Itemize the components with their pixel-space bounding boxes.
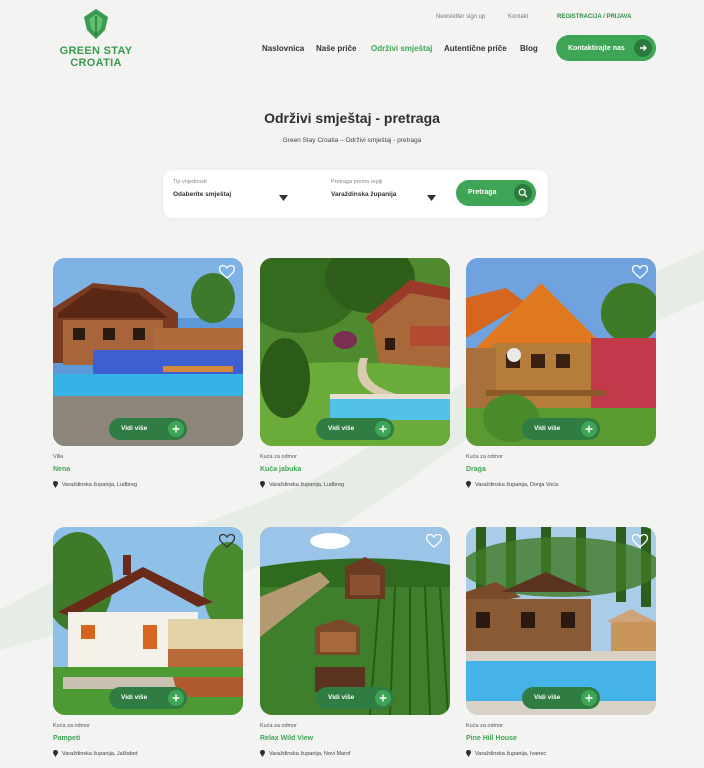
plus-icon xyxy=(379,425,387,433)
type-select-value: Odaberite smještaj xyxy=(173,191,232,198)
brand-line-2: CROATIA xyxy=(70,57,122,69)
search-panel: Tip vrijednosti Odaberite smještaj Pretr… xyxy=(163,170,548,218)
view-more-button[interactable]: Vidi više xyxy=(316,687,394,709)
breadcrumb: Green Stay Croatia – Održivi smještaj - … xyxy=(282,137,422,144)
card-name[interactable]: Draga xyxy=(466,466,656,473)
location-pin-icon xyxy=(260,750,265,757)
view-more-button[interactable]: Vidi više xyxy=(522,687,600,709)
card-location: Varaždinska županija, Donja Voća xyxy=(466,481,656,488)
plus-icon xyxy=(172,694,180,702)
topbar-register-link[interactable]: REGISTRACIJA / PRIJAVA xyxy=(557,14,632,20)
location-pin-icon xyxy=(53,750,58,757)
view-more-button[interactable]: Vidi više xyxy=(316,418,394,440)
card-photo[interactable]: Vidi više xyxy=(466,258,656,446)
card-location-text: Varaždinska županija, Ludbreg xyxy=(62,481,138,488)
type-select-label: Tip vrijednosti xyxy=(173,179,207,185)
card-location-text: Varaždinska županija, Donja Voća xyxy=(475,481,559,488)
card-location: Varaždinska županija, Ludbreg xyxy=(260,481,450,488)
plus-icon xyxy=(172,425,180,433)
view-more-button[interactable]: Vidi više xyxy=(109,687,187,709)
card-photo[interactable]: Vidi više xyxy=(53,527,243,715)
region-select[interactable]: Pretraga prema regiji Varaždinska župani… xyxy=(331,179,441,201)
region-select-label: Pretraga prema regiji xyxy=(331,179,383,185)
nav-item-authentic-stories[interactable]: Autentične priče xyxy=(444,44,507,53)
search-button[interactable]: Pretraga xyxy=(456,180,536,206)
view-more-label: Vidi više xyxy=(328,425,355,432)
plus-icon xyxy=(585,694,593,702)
card-name[interactable]: Pampeti xyxy=(53,735,243,742)
search-icon xyxy=(518,188,528,198)
accommodation-card[interactable]: Vidi više Kuća za odmor Draga Varaždinsk… xyxy=(466,258,656,488)
heart-icon[interactable] xyxy=(426,534,442,548)
view-more-button[interactable]: Vidi više xyxy=(522,418,600,440)
nav-item-stories[interactable]: Naše priče xyxy=(316,44,356,53)
view-more-button[interactable]: Vidi više xyxy=(109,418,187,440)
chevron-down-icon xyxy=(427,195,436,201)
view-more-label: Vidi više xyxy=(534,694,561,701)
card-location-text: Varaždinska županija, Jalžabet xyxy=(62,750,138,757)
accommodation-card[interactable]: Vidi više Kuća za odmor Pine Hill House … xyxy=(466,527,656,757)
type-select[interactable]: Tip vrijednosti Odaberite smještaj xyxy=(173,179,293,201)
location-pin-icon xyxy=(260,481,265,488)
card-location: Varaždinska županija, Ivanec xyxy=(466,750,656,757)
card-photo[interactable]: Vidi više xyxy=(260,258,450,446)
nav-item-blog[interactable]: Blog xyxy=(520,44,538,53)
search-button-label: Pretraga xyxy=(468,189,497,196)
card-location: Varaždinska županija, Ludbreg xyxy=(53,481,243,488)
plus-icon xyxy=(585,425,593,433)
nav-item-accommodation[interactable]: Održivi smještaj xyxy=(371,44,432,53)
card-type: Kuća za odmor xyxy=(53,723,90,729)
location-pin-icon xyxy=(53,481,58,488)
plus-icon xyxy=(379,694,387,702)
brand-line-1: GREEN STAY xyxy=(59,45,133,57)
card-location-text: Varaždinska županija, Novi Marof xyxy=(269,750,351,757)
page-title: Održivi smještaj - pretraga xyxy=(264,110,440,126)
accommodation-card[interactable]: Vidi više Kuća za odmor Kuća jabuka Vara… xyxy=(260,258,450,488)
card-name[interactable]: Pine Hill House xyxy=(466,735,656,742)
card-location: Varaždinska županija, Jalžabet xyxy=(53,750,243,757)
card-type: Kuća za odmor xyxy=(260,454,297,460)
card-photo[interactable]: Vidi više xyxy=(260,527,450,715)
card-photo[interactable]: Vidi više xyxy=(53,258,243,446)
brand-logo[interactable]: GREEN STAY CROATIA xyxy=(50,8,142,69)
view-more-label: Vidi više xyxy=(534,425,561,432)
card-name[interactable]: Relax Wild View xyxy=(260,735,450,742)
card-type: Kuća za odmor xyxy=(466,454,503,460)
nav-item-home[interactable]: Naslovnica xyxy=(262,44,304,53)
topbar-newsletter-link[interactable]: Newsletter sign up xyxy=(436,14,485,20)
heart-icon[interactable] xyxy=(632,265,648,279)
card-photo[interactable]: Vidi više xyxy=(466,527,656,715)
card-location-text: Varaždinska županija, Ivanec xyxy=(475,750,547,757)
heart-icon[interactable] xyxy=(219,534,235,548)
view-more-label: Vidi više xyxy=(121,694,148,701)
card-name[interactable]: Nena xyxy=(53,466,243,473)
location-pin-icon xyxy=(466,750,471,757)
contact-cta-button[interactable]: Kontaktirajte nas xyxy=(556,35,656,61)
card-location: Varaždinska županija, Novi Marof xyxy=(260,750,450,757)
heart-icon[interactable] xyxy=(219,265,235,279)
location-pin-icon xyxy=(466,481,471,488)
region-select-value: Varaždinska županija xyxy=(331,191,397,198)
card-type: Kuća za odmor xyxy=(260,723,297,729)
card-location-text: Varaždinska županija, Ludbreg xyxy=(269,481,345,488)
accommodation-card[interactable]: Vidi više Kuća za odmor Relax Wild View … xyxy=(260,527,450,757)
accommodation-card[interactable]: Vidi više Villa Nena Varaždinska županij… xyxy=(53,258,243,488)
contact-cta-label: Kontaktirajte nas xyxy=(568,44,625,52)
accommodation-card[interactable]: Vidi više Kuća za odmor Pampeti Varaždin… xyxy=(53,527,243,757)
card-type: Villa xyxy=(53,454,64,460)
topbar-contact-link[interactable]: Kontakt xyxy=(508,14,528,20)
card-type: Kuća za odmor xyxy=(466,723,503,729)
logo-leaf-icon xyxy=(84,9,108,39)
card-name[interactable]: Kuća jabuka xyxy=(260,466,450,473)
chevron-down-icon xyxy=(279,195,288,201)
heart-icon[interactable] xyxy=(632,534,648,548)
arrow-right-icon xyxy=(640,45,647,51)
view-more-label: Vidi više xyxy=(328,694,355,701)
view-more-label: Vidi više xyxy=(121,425,148,432)
